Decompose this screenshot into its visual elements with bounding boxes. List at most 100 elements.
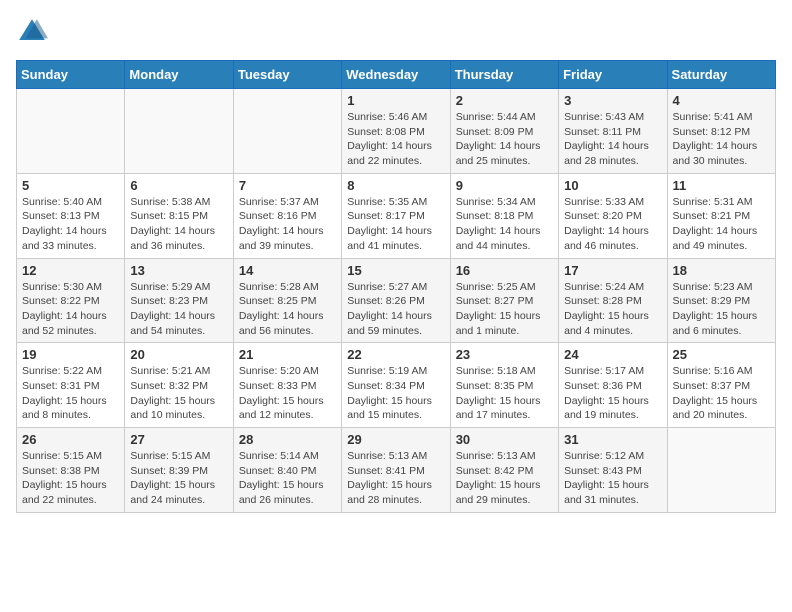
calendar-cell: 28 Sunrise: 5:14 AM Sunset: 8:40 PM Dayli… (233, 428, 341, 513)
day-info: Sunrise: 5:15 AM Sunset: 8:39 PM Dayligh… (130, 449, 227, 508)
day-number: 31 (564, 432, 661, 447)
day-number: 1 (347, 93, 444, 108)
calendar-cell: 30 Sunrise: 5:13 AM Sunset: 8:42 PM Dayli… (450, 428, 558, 513)
calendar-cell: 22Sunrise: 5:19 AM Sunset: 8:34 PM Dayli… (342, 343, 450, 428)
calendar-body: 1Sunrise: 5:46 AM Sunset: 8:08 PM Daylig… (17, 89, 776, 513)
day-info: Sunrise: 5:28 AM Sunset: 8:25 PM Dayligh… (239, 280, 336, 339)
weekday-header-wednesday: Wednesday (342, 61, 450, 89)
day-number: 18 (673, 263, 770, 278)
calendar-week-3: 19Sunrise: 5:22 AM Sunset: 8:31 PM Dayli… (17, 343, 776, 428)
day-info: Sunrise: 5:27 AM Sunset: 8:26 PM Dayligh… (347, 280, 444, 339)
calendar-table: SundayMondayTuesdayWednesdayThursdayFrid… (16, 60, 776, 513)
weekday-header-saturday: Saturday (667, 61, 775, 89)
calendar-cell: 9Sunrise: 5:34 AM Sunset: 8:18 PM Daylig… (450, 173, 558, 258)
day-number: 19 (22, 347, 119, 362)
calendar-cell: 11 Sunrise: 5:31 AM Sunset: 8:21 PM Dayli… (667, 173, 775, 258)
calendar-week-1: 5 Sunrise: 5:40 AM Sunset: 8:13 PM Daylig… (17, 173, 776, 258)
day-info: Sunrise: 5:18 AM Sunset: 8:35 PM Dayligh… (456, 364, 553, 423)
day-info: Sunrise: 5:30 AM Sunset: 8:22 PM Dayligh… (22, 280, 119, 339)
day-info: Sunrise: 5:14 AM Sunset: 8:40 PM Dayligh… (239, 449, 336, 508)
day-number: 27 (130, 432, 227, 447)
day-number: 11 (673, 178, 770, 193)
day-info: Sunrise: 5:16 AM Sunset: 8:37 PM Dayligh… (673, 364, 770, 423)
day-info: Sunrise: 5:13 AM Sunset: 8:41 PM Dayligh… (347, 449, 444, 508)
day-info: Sunrise: 5:43 AM Sunset: 8:11 PM Dayligh… (564, 110, 661, 169)
day-number: 2 (456, 93, 553, 108)
day-info: Sunrise: 5:20 AM Sunset: 8:33 PM Dayligh… (239, 364, 336, 423)
calendar-cell: 15 Sunrise: 5:27 AM Sunset: 8:26 PM Dayli… (342, 258, 450, 343)
day-info: Sunrise: 5:21 AM Sunset: 8:32 PM Dayligh… (130, 364, 227, 423)
day-info: Sunrise: 5:15 AM Sunset: 8:38 PM Dayligh… (22, 449, 119, 508)
day-number: 4 (673, 93, 770, 108)
calendar-cell: 17Sunrise: 5:24 AM Sunset: 8:28 PM Dayli… (559, 258, 667, 343)
calendar-cell: 19Sunrise: 5:22 AM Sunset: 8:31 PM Dayli… (17, 343, 125, 428)
calendar-cell (233, 89, 341, 174)
calendar-cell: 4 Sunrise: 5:41 AM Sunset: 8:12 PM Daylig… (667, 89, 775, 174)
day-info: Sunrise: 5:31 AM Sunset: 8:21 PM Dayligh… (673, 195, 770, 254)
day-number: 12 (22, 263, 119, 278)
day-info: Sunrise: 5:35 AM Sunset: 8:17 PM Dayligh… (347, 195, 444, 254)
calendar-cell: 12 Sunrise: 5:30 AM Sunset: 8:22 PM Dayli… (17, 258, 125, 343)
day-info: Sunrise: 5:41 AM Sunset: 8:12 PM Dayligh… (673, 110, 770, 169)
day-info: Sunrise: 5:29 AM Sunset: 8:23 PM Dayligh… (130, 280, 227, 339)
weekday-header-tuesday: Tuesday (233, 61, 341, 89)
calendar-header: SundayMondayTuesdayWednesdayThursdayFrid… (17, 61, 776, 89)
day-number: 14 (239, 263, 336, 278)
day-number: 9 (456, 178, 553, 193)
calendar-cell: 14 Sunrise: 5:28 AM Sunset: 8:25 PM Dayli… (233, 258, 341, 343)
calendar-cell: 25 Sunrise: 5:16 AM Sunset: 8:37 PM Dayli… (667, 343, 775, 428)
day-number: 16 (456, 263, 553, 278)
day-number: 25 (673, 347, 770, 362)
day-number: 23 (456, 347, 553, 362)
weekday-header-monday: Monday (125, 61, 233, 89)
calendar-cell: 21 Sunrise: 5:20 AM Sunset: 8:33 PM Dayli… (233, 343, 341, 428)
day-number: 24 (564, 347, 661, 362)
weekday-header-friday: Friday (559, 61, 667, 89)
day-info: Sunrise: 5:12 AM Sunset: 8:43 PM Dayligh… (564, 449, 661, 508)
calendar-week-0: 1Sunrise: 5:46 AM Sunset: 8:08 PM Daylig… (17, 89, 776, 174)
calendar-week-2: 12 Sunrise: 5:30 AM Sunset: 8:22 PM Dayli… (17, 258, 776, 343)
day-number: 15 (347, 263, 444, 278)
day-info: Sunrise: 5:17 AM Sunset: 8:36 PM Dayligh… (564, 364, 661, 423)
day-info: Sunrise: 5:13 AM Sunset: 8:42 PM Dayligh… (456, 449, 553, 508)
day-number: 13 (130, 263, 227, 278)
calendar-cell: 6 Sunrise: 5:38 AM Sunset: 8:15 PM Daylig… (125, 173, 233, 258)
day-number: 20 (130, 347, 227, 362)
day-number: 8 (347, 178, 444, 193)
calendar-cell: 31 Sunrise: 5:12 AM Sunset: 8:43 PM Dayli… (559, 428, 667, 513)
day-number: 5 (22, 178, 119, 193)
calendar-cell: 29 Sunrise: 5:13 AM Sunset: 8:41 PM Dayli… (342, 428, 450, 513)
calendar-cell: 1Sunrise: 5:46 AM Sunset: 8:08 PM Daylig… (342, 89, 450, 174)
day-info: Sunrise: 5:25 AM Sunset: 8:27 PM Dayligh… (456, 280, 553, 339)
calendar-cell: 13 Sunrise: 5:29 AM Sunset: 8:23 PM Dayli… (125, 258, 233, 343)
calendar-cell: 3 Sunrise: 5:43 AM Sunset: 8:11 PM Daylig… (559, 89, 667, 174)
calendar-cell: 16 Sunrise: 5:25 AM Sunset: 8:27 PM Dayli… (450, 258, 558, 343)
day-info: Sunrise: 5:38 AM Sunset: 8:15 PM Dayligh… (130, 195, 227, 254)
day-number: 7 (239, 178, 336, 193)
calendar-cell: 10Sunrise: 5:33 AM Sunset: 8:20 PM Dayli… (559, 173, 667, 258)
day-number: 26 (22, 432, 119, 447)
day-info: Sunrise: 5:24 AM Sunset: 8:28 PM Dayligh… (564, 280, 661, 339)
calendar-cell: 8 Sunrise: 5:35 AM Sunset: 8:17 PM Daylig… (342, 173, 450, 258)
day-number: 30 (456, 432, 553, 447)
day-number: 21 (239, 347, 336, 362)
calendar-cell (125, 89, 233, 174)
day-number: 3 (564, 93, 661, 108)
day-info: Sunrise: 5:37 AM Sunset: 8:16 PM Dayligh… (239, 195, 336, 254)
weekday-row: SundayMondayTuesdayWednesdayThursdayFrid… (17, 61, 776, 89)
calendar-cell (667, 428, 775, 513)
day-number: 28 (239, 432, 336, 447)
calendar-cell: 7 Sunrise: 5:37 AM Sunset: 8:16 PM Daylig… (233, 173, 341, 258)
day-number: 29 (347, 432, 444, 447)
day-number: 6 (130, 178, 227, 193)
day-info: Sunrise: 5:40 AM Sunset: 8:13 PM Dayligh… (22, 195, 119, 254)
calendar-cell: 2 Sunrise: 5:44 AM Sunset: 8:09 PM Daylig… (450, 89, 558, 174)
logo (16, 16, 52, 48)
day-info: Sunrise: 5:23 AM Sunset: 8:29 PM Dayligh… (673, 280, 770, 339)
weekday-header-sunday: Sunday (17, 61, 125, 89)
calendar-cell: 23 Sunrise: 5:18 AM Sunset: 8:35 PM Dayli… (450, 343, 558, 428)
calendar-cell: 27 Sunrise: 5:15 AM Sunset: 8:39 PM Dayli… (125, 428, 233, 513)
day-info: Sunrise: 5:44 AM Sunset: 8:09 PM Dayligh… (456, 110, 553, 169)
calendar-cell: 26 Sunrise: 5:15 AM Sunset: 8:38 PM Dayli… (17, 428, 125, 513)
weekday-header-thursday: Thursday (450, 61, 558, 89)
